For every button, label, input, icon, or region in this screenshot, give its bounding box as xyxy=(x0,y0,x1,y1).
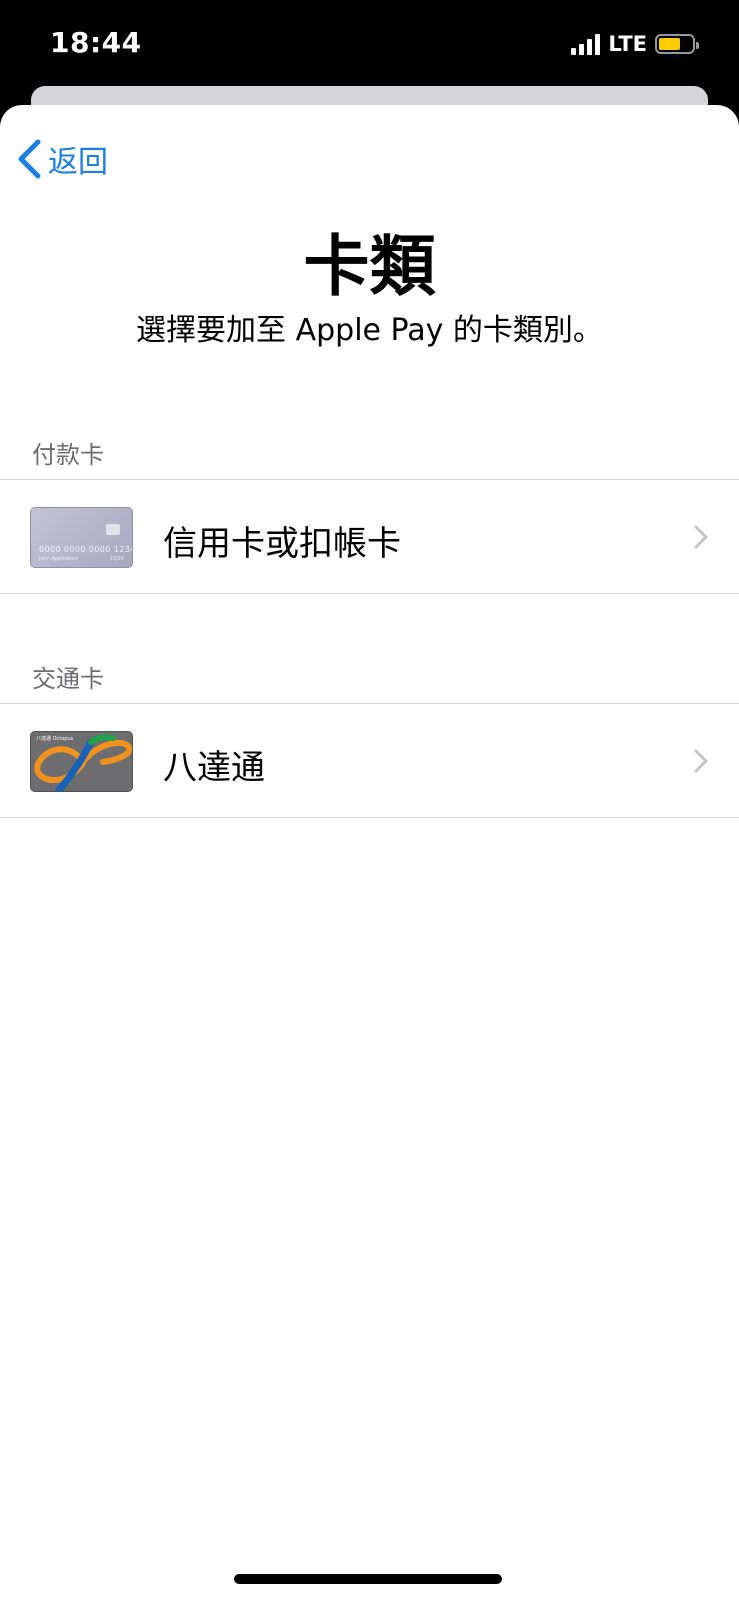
back-button-label: 返回 xyxy=(48,145,108,180)
chevron-right-icon xyxy=(694,749,708,773)
card-expiry: 10/20 xyxy=(109,556,124,562)
chevron-right-icon xyxy=(694,525,708,549)
chevron-left-icon xyxy=(18,139,41,179)
card-holder: John Appleseed xyxy=(39,556,78,562)
section-header-transit: 交通卡 xyxy=(32,665,104,693)
credit-debit-card-row[interactable]: 0000 0000 0000 1234 John Appleseed 10/20… xyxy=(0,479,739,594)
page-title: 卡類 xyxy=(303,228,436,305)
battery-level-fill xyxy=(659,38,680,50)
home-indicator[interactable] xyxy=(234,1574,502,1584)
card-chip-icon xyxy=(106,524,120,535)
card-type-sheet: 返回 卡類 選擇要加至 Apple Pay 的卡類別。 付款卡 0000 000… xyxy=(0,105,739,1600)
status-time: 18:44 xyxy=(50,26,142,59)
status-bar: 18:44 LTE xyxy=(0,0,739,86)
octopus-logo-icon xyxy=(34,734,132,791)
page-subtitle: 選擇要加至 Apple Pay 的卡類別。 xyxy=(136,313,603,348)
octopus-card-label: 八達通 xyxy=(163,748,265,788)
credit-card-thumbnail: 0000 0000 0000 1234 John Appleseed 10/20 xyxy=(30,507,133,568)
network-type-label: LTE xyxy=(608,32,647,56)
credit-debit-card-label: 信用卡或扣帳卡 xyxy=(163,524,401,564)
cellular-signal-icon xyxy=(571,33,601,55)
battery-icon xyxy=(655,34,699,54)
card-number: 0000 0000 0000 1234 xyxy=(39,545,133,554)
octopus-card-row[interactable]: 八達通 Octopus 八達通 xyxy=(0,703,739,818)
octopus-card-thumbnail: 八達通 Octopus xyxy=(30,731,133,792)
battery-cap xyxy=(696,42,699,49)
status-indicators: LTE xyxy=(571,32,699,56)
section-header-payment: 付款卡 xyxy=(32,441,104,469)
back-button[interactable]: 返回 xyxy=(16,137,108,181)
